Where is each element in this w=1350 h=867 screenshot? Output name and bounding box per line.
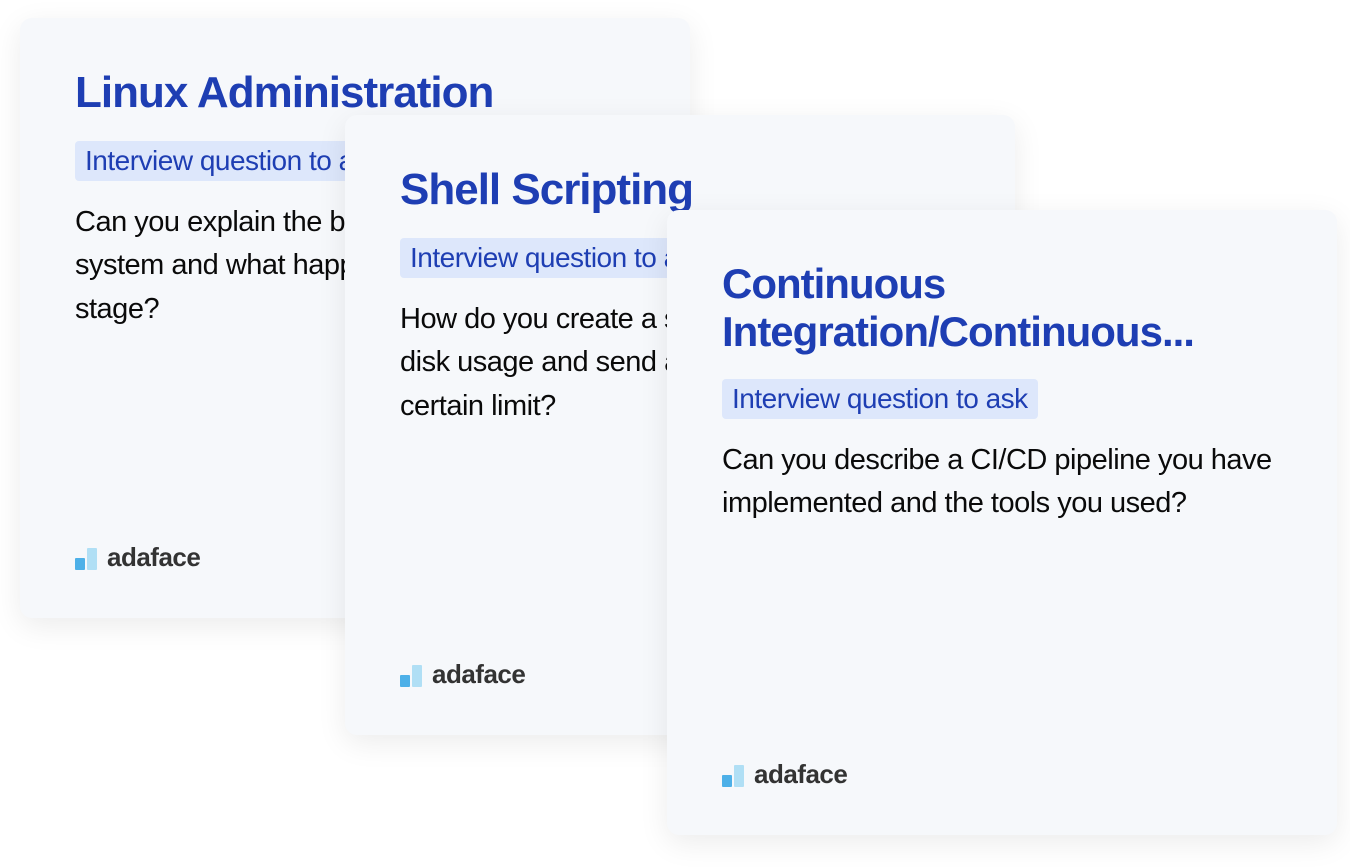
brand-name: adaface <box>432 661 525 687</box>
card-title: Linux Administration <box>75 68 635 119</box>
question-card-cicd: Continuous Integration/Continuous... Int… <box>667 210 1337 835</box>
brand-logo: adaface <box>75 544 200 570</box>
card-title: Shell Scripting <box>400 165 960 216</box>
question-text: Can you describe a CI/CD pipeline you ha… <box>722 439 1282 526</box>
subtitle-badge: Interview question to ask <box>75 141 391 181</box>
brand-logo: adaface <box>722 761 847 787</box>
bars-icon <box>75 548 97 570</box>
brand-name: adaface <box>107 544 200 570</box>
brand-name: adaface <box>754 761 847 787</box>
card-title: Continuous Integration/Continuous... <box>722 260 1282 357</box>
bars-icon <box>400 665 422 687</box>
bars-icon <box>722 765 744 787</box>
brand-logo: adaface <box>400 661 525 687</box>
subtitle-badge: Interview question to ask <box>722 379 1038 419</box>
